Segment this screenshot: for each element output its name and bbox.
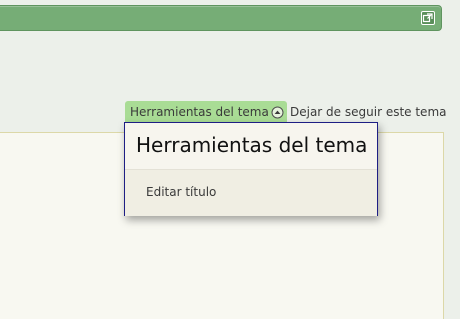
thread-tools-button[interactable]: Herramientas del tema [125,101,287,123]
arrow-up-circle-icon [271,106,284,118]
menu-body: Editar título [125,170,377,216]
thread-tools-menu: Herramientas del tema Editar título [124,122,378,216]
edit-title-menu-item[interactable]: Editar título [146,185,377,199]
top-bar [0,5,442,31]
thread-tools-label: Herramientas del tema [130,105,269,119]
unfollow-thread-link[interactable]: Dejar de seguir este tema [290,105,446,119]
menu-header: Herramientas del tema [125,123,377,170]
menu-title: Herramientas del tema [136,133,368,157]
external-window-icon[interactable] [421,11,435,25]
